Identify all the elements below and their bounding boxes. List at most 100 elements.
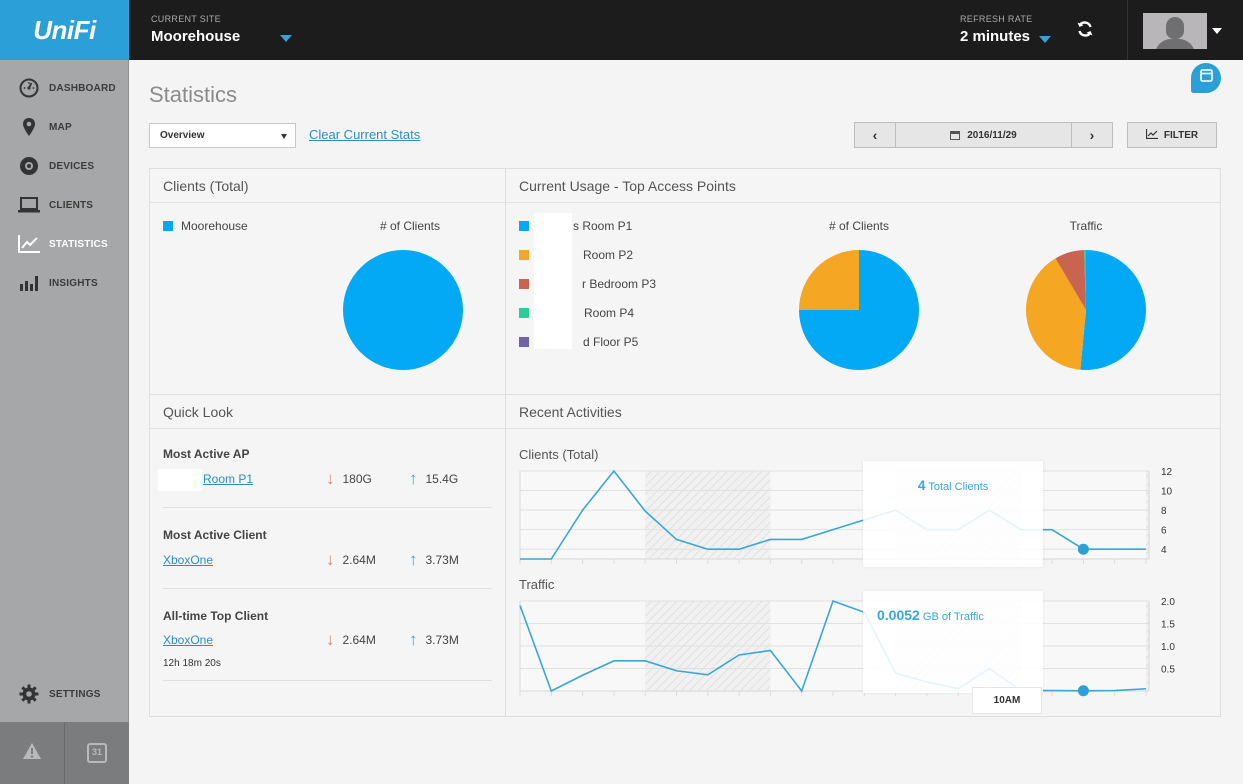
quick-look-title: Quick Look — [150, 395, 505, 429]
legend-swatch — [163, 221, 173, 231]
clients-pie-title: # of Clients — [379, 219, 441, 233]
sidebar-label-clients: CLIENTS — [49, 199, 94, 211]
site-dropdown-caret-icon[interactable] — [280, 35, 292, 42]
alerts-button[interactable] — [0, 722, 64, 784]
download-value: 2.64M — [342, 553, 376, 567]
sidebar-label-insights: INSIGHTS — [49, 277, 98, 289]
all-time-top-client-title: All-time Top Client — [163, 609, 269, 623]
sidebar-item-settings[interactable]: SETTINGS — [18, 683, 101, 705]
most-active-ap-link[interactable]: Room P1 — [203, 472, 253, 486]
warning-icon — [22, 742, 42, 765]
traffic-tooltip-value: 0.0052 — [877, 607, 920, 623]
sidebar-label-devices: DEVICES — [49, 160, 95, 172]
sidebar-footer: 31 — [0, 722, 129, 784]
most-active-ap-title: Most Active AP — [163, 447, 250, 461]
avatar-body-shape — [1155, 39, 1195, 49]
clients-total-panel: Clients (Total) Moorehouse # of Clients — [149, 168, 506, 395]
clients-tooltip: 4 Total Clients — [863, 461, 1043, 567]
legend-label: d Floor P5 — [583, 335, 639, 349]
site-selector[interactable]: CURRENT SITE Moorehouse — [151, 14, 240, 45]
sidebar-item-devices[interactable]: DEVICES — [18, 155, 94, 177]
most-active-client-upload: ↑ 3.73M — [409, 550, 459, 570]
user-avatar[interactable] — [1143, 13, 1207, 49]
download-arrow-icon: ↓ — [326, 550, 335, 569]
view-select[interactable]: Overview — [149, 123, 296, 148]
highlighted-data-point[interactable] — [1077, 685, 1089, 697]
traffic-tooltip-unit: GB of Traffic — [922, 611, 984, 623]
sidebar-item-clients[interactable]: CLIENTS — [18, 194, 93, 216]
legend-swatch — [519, 250, 529, 260]
download-value: 2.64M — [342, 633, 376, 647]
sidebar-item-dashboard[interactable]: DASHBOARD — [18, 77, 116, 99]
calendar-small-icon — [950, 130, 961, 140]
date-picker-button[interactable]: 2016/11/29 — [895, 123, 1072, 147]
traffic-tooltip: 0.0052 GB of Traffic — [863, 591, 1043, 693]
upload-arrow-icon: ↑ — [409, 630, 418, 649]
most-active-client-download: ↓ 2.64M — [326, 550, 376, 570]
download-arrow-icon: ↓ — [326, 469, 335, 488]
traffic-tooltip-text: 0.0052 GB of Traffic — [863, 607, 1043, 623]
legend-swatch — [519, 308, 529, 318]
floating-window-button[interactable] — [1191, 63, 1221, 93]
legend-label: Moorehouse — [181, 219, 248, 233]
pie-slice[interactable] — [343, 250, 463, 370]
clear-current-stats-link[interactable]: Clear Current Stats — [309, 127, 420, 142]
y-tick-label: 10 — [1161, 487, 1173, 498]
pie-slice[interactable] — [799, 250, 859, 310]
previous-date-button[interactable]: ‹ — [855, 123, 895, 147]
legend-swatch — [519, 221, 529, 231]
main-content: Statistics Overview Clear Current Stats … — [129, 60, 1243, 784]
sidebar-label-map: MAP — [49, 121, 72, 133]
y-tick-label: 8 — [1161, 506, 1167, 517]
bar-chart-icon — [18, 273, 40, 293]
recent-activities-panel: Recent Activities Clients (Total) Traffi… — [505, 394, 1221, 717]
y-tick-label: 6 — [1161, 526, 1167, 537]
sidebar-item-insights[interactable]: INSIGHTS — [18, 272, 98, 294]
legend-label: r Bedroom P3 — [582, 277, 657, 291]
divider — [163, 507, 492, 508]
all-time-top-client-duration: 12h 18m 20s — [163, 658, 221, 669]
avatar-head-shape — [1166, 17, 1184, 39]
download-arrow-icon: ↓ — [326, 630, 335, 649]
selected-date: 2016/11/29 — [967, 129, 1017, 141]
pie-slice[interactable] — [1080, 250, 1146, 370]
sidebar-label-dashboard: DASHBOARD — [49, 82, 116, 94]
refresh-dropdown-caret-icon[interactable] — [1039, 36, 1051, 43]
user-menu-caret-icon[interactable] — [1212, 28, 1222, 34]
unifi-logo[interactable]: UniFi — [0, 0, 129, 60]
next-date-button[interactable]: › — [1072, 123, 1112, 147]
sidebar-item-map[interactable]: MAP — [18, 116, 72, 138]
devices-disc-icon — [18, 156, 40, 176]
date-navigator: ‹ 2016/11/29 › — [854, 122, 1113, 148]
y-tick-label: 0.5 — [1161, 665, 1175, 676]
most-active-client-title: Most Active Client — [163, 528, 267, 542]
most-active-client-link[interactable]: XboxOne — [163, 553, 213, 567]
clients-tooltip-value: 4 — [917, 477, 926, 493]
chevron-right-icon: › — [1089, 127, 1095, 143]
divider — [163, 680, 492, 681]
download-value: 180G — [342, 472, 372, 486]
page-title: Statistics — [149, 82, 238, 107]
refresh-icon[interactable] — [1074, 19, 1096, 41]
upload-value: 15.4G — [425, 472, 459, 486]
clients-tooltip-text: 4 Total Clients — [863, 477, 1043, 493]
events-calendar-button[interactable]: 31 — [65, 722, 129, 784]
map-pin-icon — [18, 117, 40, 137]
top-bar: UniFi CURRENT SITE Moorehouse REFRESH RA… — [0, 0, 1243, 60]
sidebar-item-statistics[interactable]: STATISTICS — [18, 233, 108, 255]
refresh-rate-selector[interactable]: REFRESH RATE 2 minutes — [960, 14, 1032, 45]
all-time-top-client-link[interactable]: XboxOne — [163, 633, 213, 647]
y-tick-label: 1.0 — [1161, 642, 1175, 653]
ap-traffic-pie-chart — [1026, 250, 1146, 370]
all-time-top-client-download: ↓ 2.64M — [326, 630, 376, 650]
quick-look-panel: Quick Look Most Active AP Room P1 ↓ 180G … — [149, 394, 506, 717]
all-time-top-client-upload: ↑ 3.73M — [409, 630, 459, 650]
upload-value: 3.73M — [425, 633, 459, 647]
chevron-left-icon: ‹ — [872, 127, 878, 143]
ap-traffic-pie-title: Traffic — [1069, 219, 1103, 233]
upload-arrow-icon: ↑ — [409, 550, 418, 569]
filter-button[interactable]: FILTER — [1127, 122, 1217, 148]
upload-arrow-icon: ↑ — [409, 469, 418, 488]
highlighted-data-point[interactable] — [1077, 543, 1089, 555]
legend-swatch — [519, 279, 529, 289]
